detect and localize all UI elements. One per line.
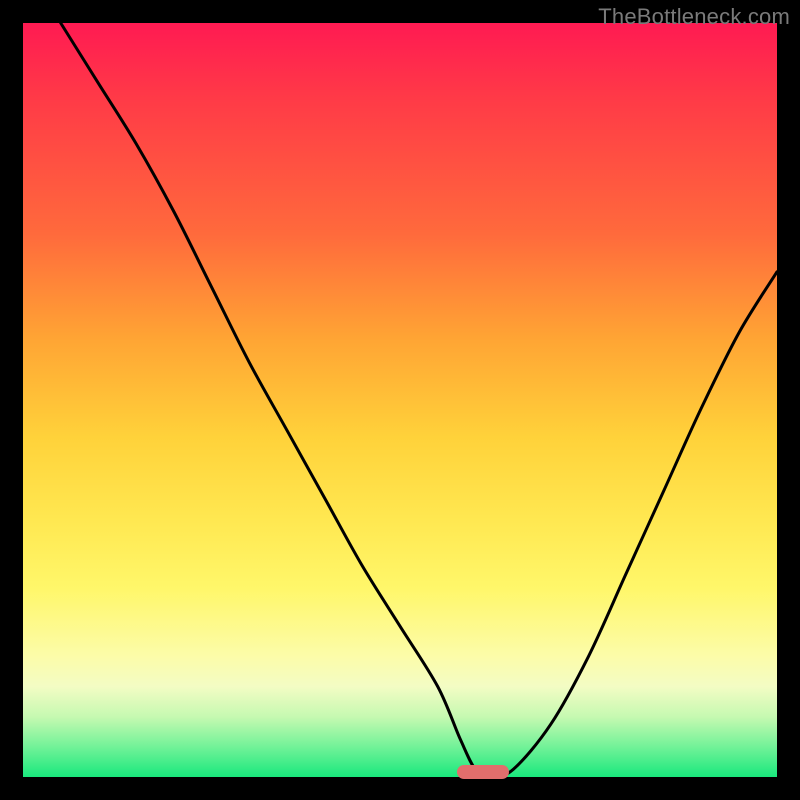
- curve-layer: [23, 23, 777, 777]
- watermark-text: TheBottleneck.com: [598, 4, 790, 30]
- plot-area: [23, 23, 777, 777]
- minimum-marker: [457, 765, 510, 779]
- bottleneck-curve: [61, 23, 777, 777]
- chart-frame: TheBottleneck.com: [0, 0, 800, 800]
